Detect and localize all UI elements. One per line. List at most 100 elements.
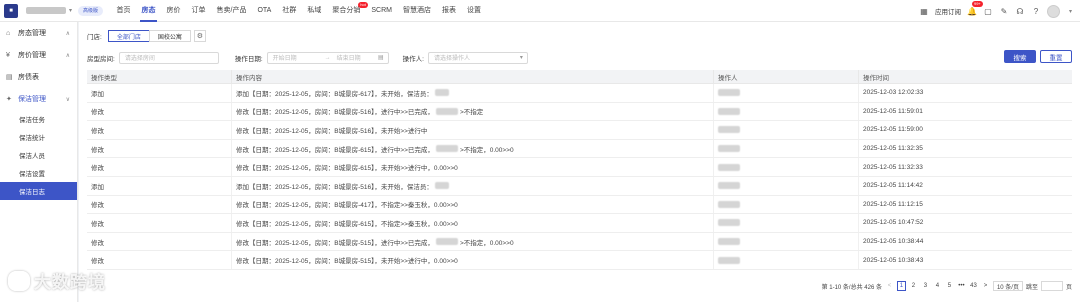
jump-input[interactable] <box>1040 281 1063 291</box>
sidebar-item[interactable]: ▤ 房债表 <box>0 66 77 88</box>
sidebar-item[interactable]: ¥ 房价管理 ∧ <box>0 44 77 66</box>
cell-time: 2025-12-05 11:32:35 <box>863 145 923 153</box>
store-label: 门店: <box>87 34 102 41</box>
header-content: 操作内容 <box>232 70 714 83</box>
help-icon[interactable]: ? <box>1031 6 1041 16</box>
edition-badge: 高级版 <box>78 5 104 16</box>
store-option-all[interactable]: 全部门店 <box>107 30 150 42</box>
redacted-operator <box>718 126 740 134</box>
cell-operator <box>714 84 859 102</box>
chevron-icon: ∨ <box>65 96 70 103</box>
gear-icon[interactable]: ⚙ <box>193 30 206 42</box>
sidebar-item[interactable]: ✦ 保洁管理 ∨ <box>0 88 77 110</box>
nav-item[interactable]: 私域 <box>302 0 327 22</box>
sidebar-item[interactable]: ⌂ 房态管理 ∧ <box>0 22 77 44</box>
sidebar-item-label: 房态管理 <box>18 30 46 37</box>
notification-count: 99+ <box>971 1 983 7</box>
user-dropdown-icon[interactable]: ▾ <box>1069 8 1072 15</box>
content-text: 修改【日期：2025-12-05，房间：B城景房-417】，不指定>>秦玉秋，0… <box>236 202 458 210</box>
cell-content: 修改【日期：2025-12-05，房间：B城景房-615】，进行中>>已完成， >… <box>232 139 714 158</box>
top-right-tools: ▦ 应用订阅 🔔 99+ ▢ ✎ ☊ ? ▾ <box>919 0 1072 22</box>
sidebar-subitem[interactable]: 保洁任务 <box>0 110 77 128</box>
app-logo[interactable]: ■ <box>4 3 18 18</box>
table-header: 操作类型 操作内容 操作人 操作时间 <box>87 70 1072 84</box>
edit-icon[interactable]: ✎ <box>999 6 1009 16</box>
date-label: 操作日期: <box>234 55 263 63</box>
nav-item[interactable]: 聚合分销 hot <box>327 0 368 22</box>
cell-content: 添加【日期：2025-12-05，房间：B城景房-617】，未开始，保洁员： <box>232 84 714 102</box>
main-nav: 首页 房态 房价 订单 售卖/产品 OTA 社群 私域 聚合分销 hot SCRM 智慧酒店 报表 设置 <box>111 0 486 22</box>
nav-item[interactable]: 设置 <box>461 0 486 22</box>
redacted-operator <box>718 163 740 171</box>
cell-time: 2025-12-05 11:59:00 <box>863 126 923 134</box>
sidebar-subitem[interactable]: 保洁统计 <box>0 128 77 146</box>
cell-time: 2025-12-05 10:38:44 <box>863 238 924 246</box>
home-icon: ⌂ <box>6 29 11 37</box>
message-icon[interactable]: ▢ <box>983 6 993 16</box>
notification-icon[interactable]: 🔔 99+ <box>967 1 983 16</box>
redacted-operator <box>718 238 740 246</box>
nav-item[interactable]: 房价 <box>161 0 186 22</box>
redacted-operator <box>718 200 740 208</box>
redacted-operator <box>718 182 740 190</box>
nav-item-label: 聚合分销 <box>332 6 361 14</box>
apps-grid-icon[interactable]: ▦ <box>919 6 929 16</box>
nav-item[interactable]: 首页 <box>111 0 136 22</box>
page-number[interactable]: 5 <box>945 281 954 291</box>
table-row: 修改 修改【日期：2025-12-05，房间：B城景房-516】，进行中>>已完成… <box>87 102 1072 122</box>
page-number[interactable]: 4 <box>933 281 942 291</box>
table-row: 修改 修改【日期：2025-12-05，房间：B城景房-516】，未开始>>进行中… <box>87 121 1072 140</box>
cell-type: 修改 <box>87 214 232 232</box>
store-dropdown-icon[interactable]: ▾ <box>69 7 72 14</box>
reset-button[interactable]: 重置 <box>1040 50 1072 63</box>
prev-page-button[interactable]: < <box>885 281 894 291</box>
calendar-icon: ▤ <box>377 55 384 61</box>
sidebar-subitem[interactable]: 保洁日志 <box>0 182 77 200</box>
cell-type: 修改 <box>87 232 232 251</box>
nav-item[interactable]: OTA <box>252 0 277 22</box>
page-number[interactable]: 43 <box>969 281 978 291</box>
operator-select[interactable]: 请选择操作人 ▾ <box>427 51 528 64</box>
room-select[interactable]: 请选择房间 <box>118 51 219 64</box>
table-row: 修改 修改【日期：2025-12-05，房间：B城景房-615】，未开始>>进行中… <box>87 158 1072 177</box>
redacted-operator <box>718 107 740 115</box>
operator-label: 操作人: <box>402 55 424 63</box>
store-option-apartment[interactable]: 国校公寓 <box>148 30 191 42</box>
subscribe-link[interactable]: 应用订阅 <box>935 6 961 16</box>
nav-item[interactable]: 社群 <box>277 0 302 22</box>
nav-item-label: 报表 <box>441 6 456 14</box>
cell-type: 修改 <box>87 158 232 176</box>
headset-icon[interactable]: ☊ <box>1015 6 1025 16</box>
content-text: 添加【日期：2025-12-05，房间：B城景房-617】，未开始，保洁员： <box>236 90 433 98</box>
sidebar-subitem[interactable]: 保洁设置 <box>0 164 77 182</box>
watermark-logo-icon <box>8 270 30 291</box>
nav-item[interactable]: 智慧酒店 <box>397 0 436 22</box>
page-number[interactable]: 3 <box>921 281 930 291</box>
table-row: 修改 修改【日期：2025-12-05，房间：B城景房-615】，不指定>>秦玉秋… <box>87 214 1072 233</box>
page-number[interactable]: ••• <box>957 281 966 291</box>
cell-type: 修改 <box>87 121 232 139</box>
date-range-picker[interactable]: 开始日期 → 结束日期 ▤ <box>266 51 389 64</box>
cell-operator <box>714 102 859 121</box>
nav-item[interactable]: 房态 <box>136 0 161 22</box>
operator-placeholder: 请选择操作人 <box>433 56 470 62</box>
nav-item[interactable]: 订单 <box>186 0 211 22</box>
redacted-operator <box>718 256 740 264</box>
pagination-summary: 第 1-10 条/总共 426 条 <box>821 284 882 291</box>
page-number[interactable]: 1 <box>896 281 906 291</box>
cell-operator <box>714 195 859 214</box>
nav-item[interactable]: SCRM <box>366 0 398 22</box>
redacted-name <box>435 238 458 246</box>
date-end: 结束日期 <box>336 56 361 62</box>
next-page-button[interactable]: > <box>981 281 990 291</box>
page-number[interactable]: 2 <box>909 281 918 291</box>
cell-operator <box>714 176 859 195</box>
nav-item[interactable]: 报表 <box>436 0 461 22</box>
jump-label: 跳至 <box>1025 284 1038 291</box>
sidebar-subitem[interactable]: 保洁人员 <box>0 146 77 164</box>
avatar[interactable] <box>1046 4 1060 18</box>
store-name-redacted[interactable] <box>26 7 66 14</box>
nav-item[interactable]: 售卖/产品 <box>211 0 252 22</box>
page-size-select[interactable]: 10 条/页 <box>992 281 1023 291</box>
search-button[interactable]: 搜索 <box>1004 50 1036 63</box>
